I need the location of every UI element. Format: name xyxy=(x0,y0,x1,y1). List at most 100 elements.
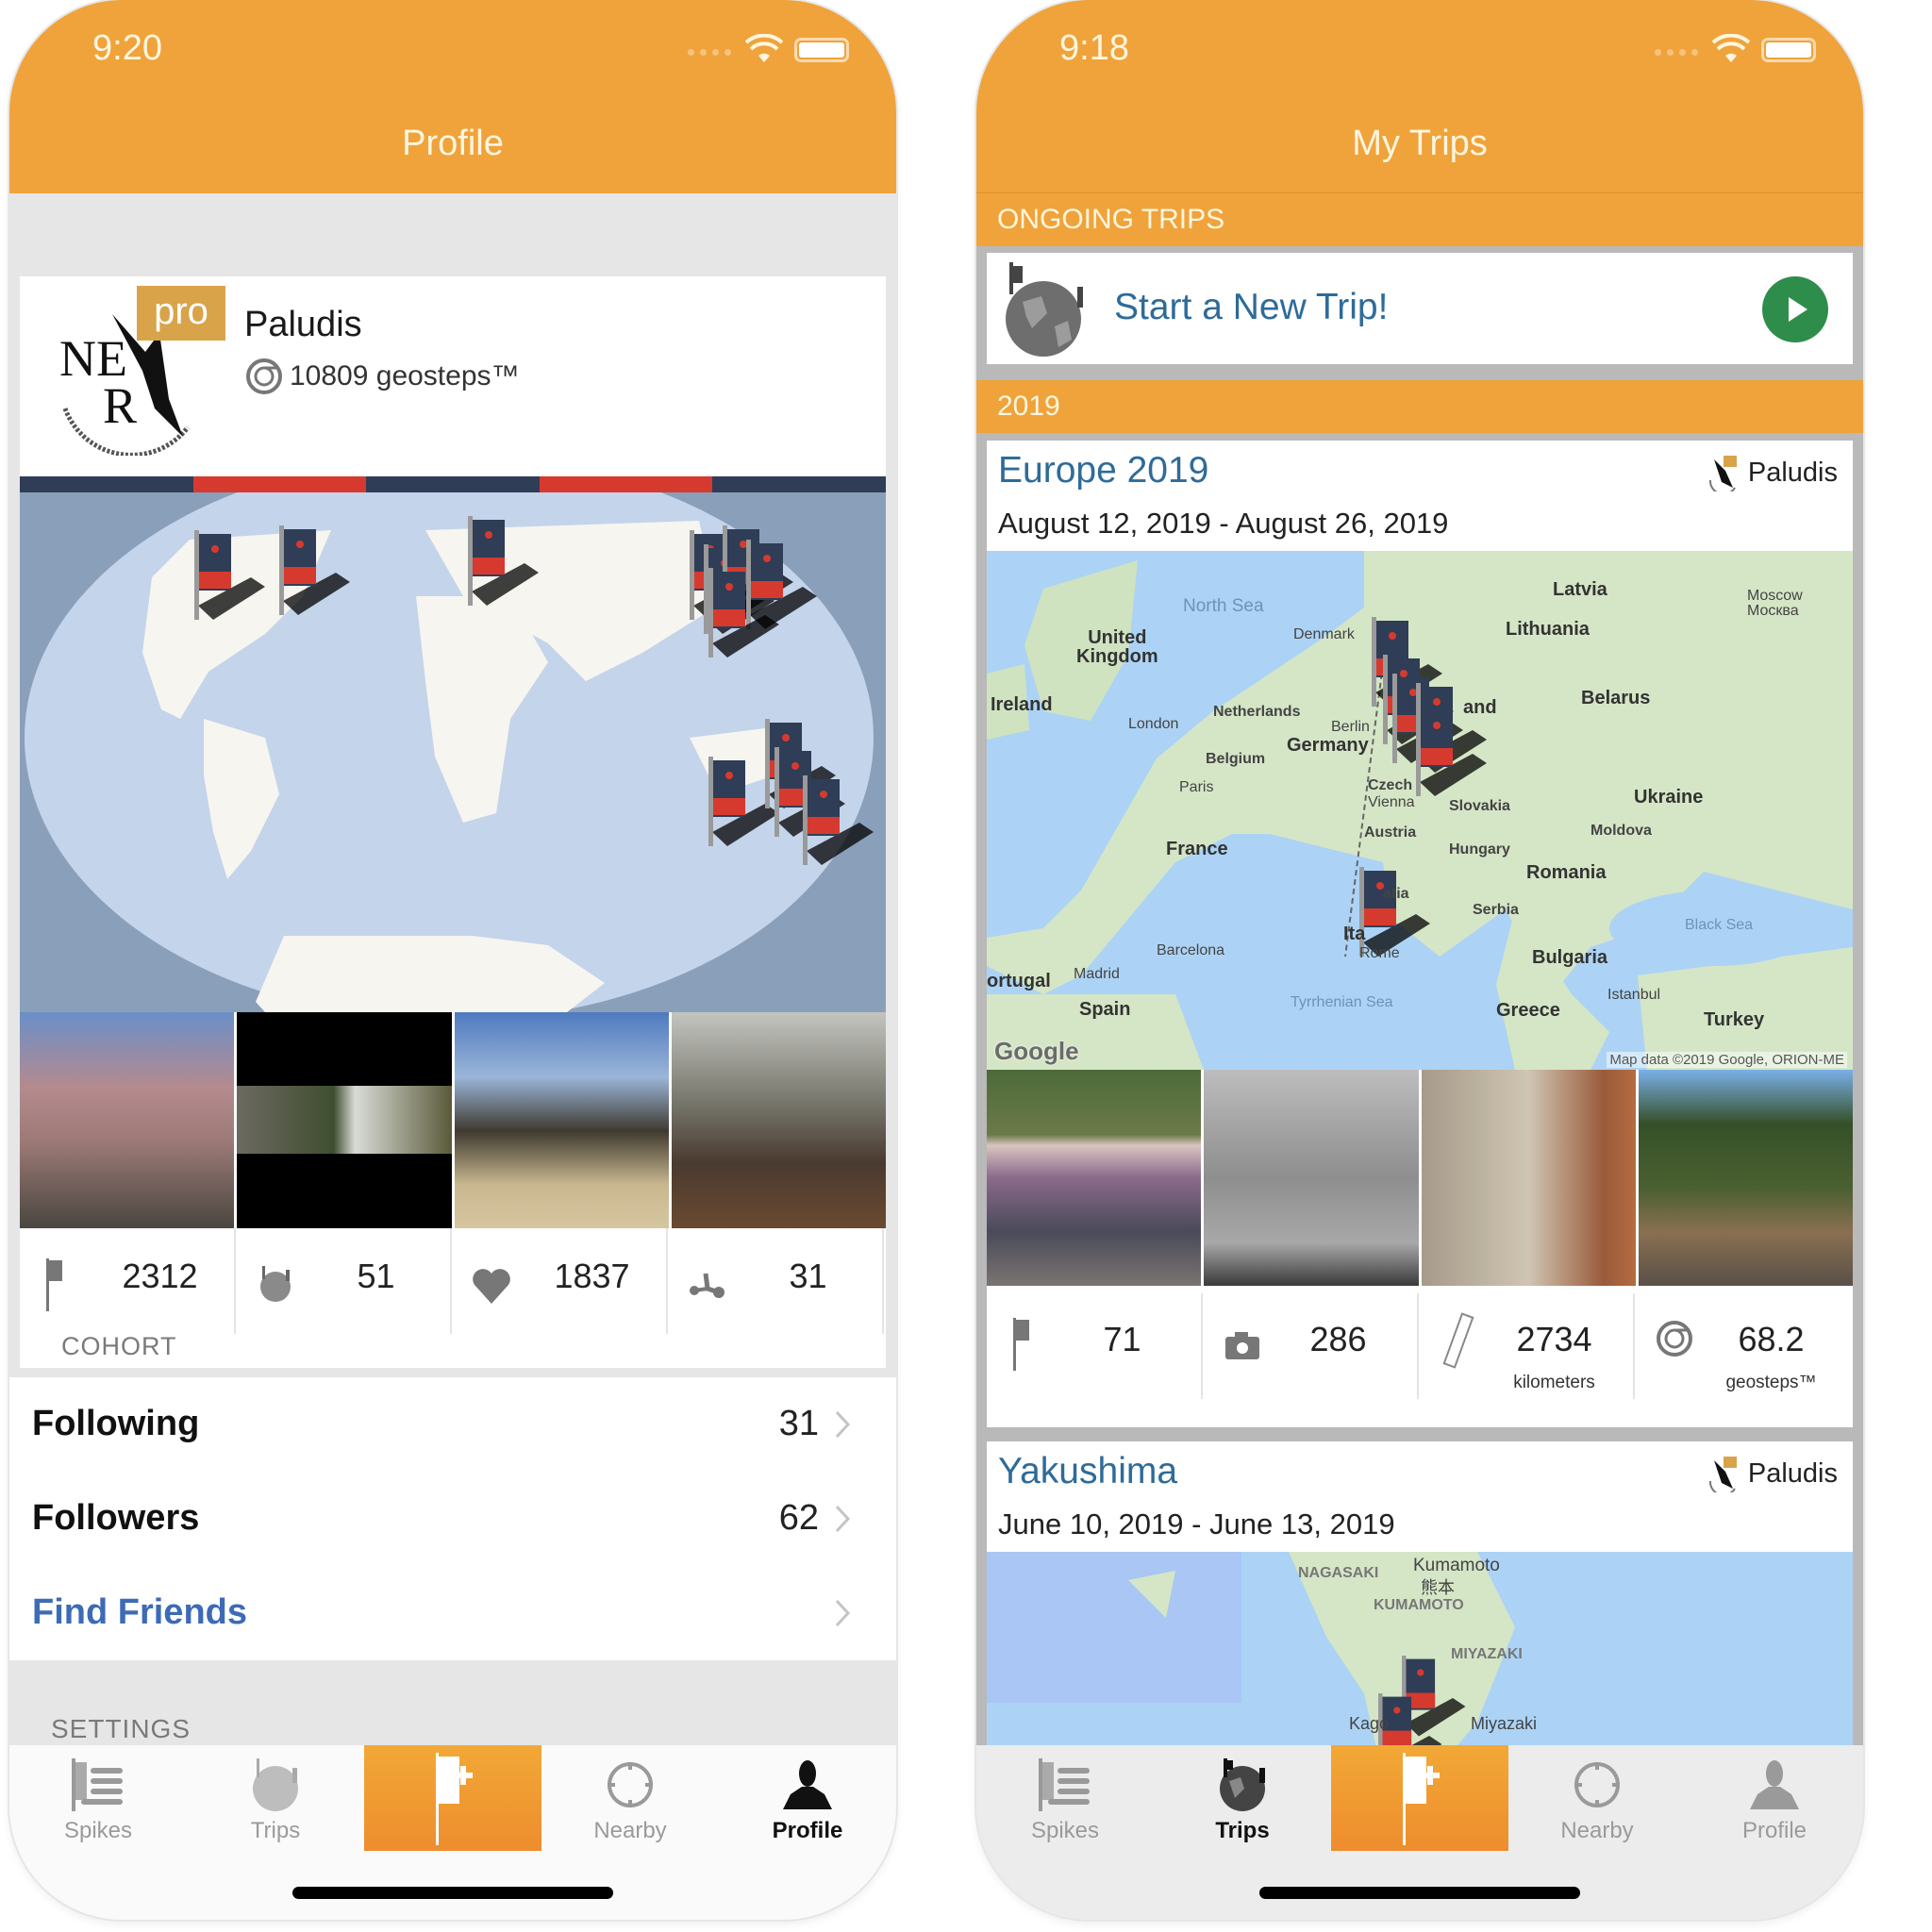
profile-stripe xyxy=(20,476,886,492)
trip-card-yakushima[interactable]: Yakushima Paludis June 10, 2019 - June 1… xyxy=(987,1441,1853,1745)
tab-label: Spikes xyxy=(1030,1818,1100,1843)
map-attribution[interactable]: Map data ©2019 Google, ORION-ME xyxy=(1607,1052,1847,1068)
add-flag-icon xyxy=(1403,1753,1440,1845)
trip-stat-photos[interactable]: 286 xyxy=(1203,1293,1419,1399)
trip-title[interactable]: Europe 2019 xyxy=(998,450,1208,491)
tab-profile[interactable]: Profile xyxy=(1686,1745,1863,1851)
chevron-right-icon xyxy=(835,1599,851,1627)
map-label: Rome xyxy=(1359,945,1400,961)
ruler-icon xyxy=(1442,1312,1474,1369)
scooter-icon xyxy=(690,1273,724,1298)
map-label: Barcelona xyxy=(1157,942,1225,958)
map-label: Slovakia xyxy=(1449,798,1510,814)
heart-icon xyxy=(473,1269,510,1304)
stripe-segment xyxy=(366,476,540,492)
add-spike-button[interactable] xyxy=(364,1745,541,1851)
tab-label: Nearby xyxy=(593,1818,667,1843)
map-label: KUMAMOTO xyxy=(1374,1597,1464,1613)
page-title: Profile xyxy=(402,124,504,163)
new-trip-card[interactable]: Start a New Trip! xyxy=(987,253,1853,364)
trip-map-europe[interactable]: North Sea Denmark Latvia Moscow Москва U… xyxy=(987,551,1853,1070)
find-friends-row[interactable]: Find Friends xyxy=(9,1566,896,1660)
trip-stat-spikes[interactable]: 71 xyxy=(987,1293,1203,1399)
stat-value: 2734 xyxy=(1516,1320,1592,1358)
battery-icon xyxy=(794,38,849,62)
trip-card-europe[interactable]: Europe 2019 Paludis August 12, 2019 - Au… xyxy=(987,441,1853,1427)
map-label: and xyxy=(1463,697,1497,718)
pro-badge: pro xyxy=(137,286,225,341)
europe-photo-strip xyxy=(987,1070,1853,1286)
map-label: Latvia xyxy=(1553,579,1607,600)
profile-stats: 2312 51 1837 31 COHORT xyxy=(20,1228,886,1368)
start-trip-play-button[interactable] xyxy=(1762,276,1828,342)
tab-spikes[interactable]: Spikes xyxy=(9,1745,187,1851)
photo-misty-forest[interactable] xyxy=(671,1012,886,1228)
globe-trips-icon xyxy=(1220,1758,1265,1811)
cohort-label: COHORT xyxy=(61,1332,177,1360)
map-label: Bulgaria xyxy=(1532,947,1608,968)
tab-nearby[interactable]: Nearby xyxy=(541,1745,719,1851)
trip-owner[interactable]: Paludis xyxy=(1707,454,1838,491)
stat-trips[interactable]: 51 xyxy=(236,1228,452,1334)
photo-building-facade[interactable] xyxy=(1204,1070,1419,1286)
find-friends-link[interactable]: Find Friends xyxy=(32,1592,247,1633)
map-label: atia xyxy=(1383,886,1409,902)
stat-spikes[interactable]: 2312 xyxy=(20,1228,236,1334)
trip-map-yakushima[interactable]: NAGASAKI Kumamoto 熊本 KUMAMOTO MIYAZAKI K… xyxy=(987,1552,1853,1745)
trips-screen: 9:18 My Trips ONGOING TRIPS Start a New … xyxy=(976,0,1863,1920)
stat-value: 68.2 xyxy=(1738,1320,1805,1358)
photo-japanese-house[interactable] xyxy=(454,1012,669,1228)
world-map-graphic xyxy=(25,492,874,1012)
geosteps-icon xyxy=(246,358,282,394)
map-label: Belgium xyxy=(1206,751,1266,767)
start-new-trip-label[interactable]: Start a New Trip! xyxy=(1114,287,1388,328)
map-label: Madrid xyxy=(1074,966,1120,982)
tab-trips[interactable]: Trips xyxy=(1154,1745,1331,1851)
year-section-header: 2019 xyxy=(976,380,1863,433)
page-title: My Trips xyxy=(1352,124,1488,163)
signal-icon xyxy=(688,49,731,56)
tab-label: Nearby xyxy=(1560,1818,1634,1843)
trip-stat-distance[interactable]: 2734 kilometers xyxy=(1419,1293,1635,1399)
photo-trevi-fountain[interactable] xyxy=(1421,1070,1636,1286)
map-label: Hungary xyxy=(1449,841,1510,858)
stat-value: 31 xyxy=(789,1257,827,1295)
camera-icon xyxy=(1225,1332,1259,1359)
tab-nearby[interactable]: Nearby xyxy=(1508,1745,1686,1851)
trip-stat-geosteps[interactable]: 68.2 geosteps™ xyxy=(1635,1293,1851,1399)
map-label: United Kingdom xyxy=(1076,627,1158,667)
tab-profile[interactable]: Profile xyxy=(719,1745,896,1851)
map-label: NAGASAKI xyxy=(1298,1565,1379,1581)
followers-row[interactable]: Followers 62 xyxy=(9,1472,896,1566)
map-label: Ireland xyxy=(991,694,1053,715)
geosteps-text: 10809 geosteps™ xyxy=(290,360,520,391)
stat-likes[interactable]: 1837 xyxy=(452,1228,668,1334)
photo-waterfall[interactable] xyxy=(237,1012,452,1228)
map-label: Moldova xyxy=(1591,823,1652,839)
map-label: Greece xyxy=(1496,1000,1560,1021)
photo-appian-way[interactable] xyxy=(1638,1070,1853,1286)
tab-spikes[interactable]: Spikes xyxy=(976,1745,1154,1851)
tab-trips[interactable]: Trips xyxy=(187,1745,364,1851)
profile-content[interactable]: NE R pro Paludis 10809 geosteps™ 2312 51… xyxy=(9,193,896,1745)
home-indicator[interactable] xyxy=(1259,1887,1580,1899)
stat-followers[interactable]: 31 xyxy=(668,1228,884,1334)
following-row[interactable]: Following 31 xyxy=(9,1377,896,1472)
add-spike-button[interactable] xyxy=(1331,1745,1508,1851)
home-indicator[interactable] xyxy=(292,1887,613,1899)
trip-title[interactable]: Yakushima xyxy=(998,1451,1177,1492)
trips-content[interactable]: ONGOING TRIPS Start a New Trip! 2019 Eur… xyxy=(976,193,1863,1745)
trip-owner[interactable]: Paludis xyxy=(1707,1455,1838,1492)
stat-value: 286 xyxy=(1309,1320,1367,1358)
add-flag-icon xyxy=(436,1753,473,1845)
user-silhouette-icon xyxy=(1750,1760,1799,1809)
list-label: Followers xyxy=(32,1498,200,1538)
map-label: Vienna xyxy=(1368,794,1415,810)
profile-card[interactable]: NE R pro Paludis 10809 geosteps™ xyxy=(20,276,886,476)
stat-unit: kilometers xyxy=(1513,1373,1595,1392)
globe-trips-icon xyxy=(260,1266,291,1302)
profile-header: 9:20 Profile xyxy=(9,0,896,193)
world-map[interactable] xyxy=(20,492,886,1012)
photo-cherry-blossom[interactable] xyxy=(20,1012,235,1228)
photo-lennon-wall[interactable] xyxy=(987,1070,1202,1286)
